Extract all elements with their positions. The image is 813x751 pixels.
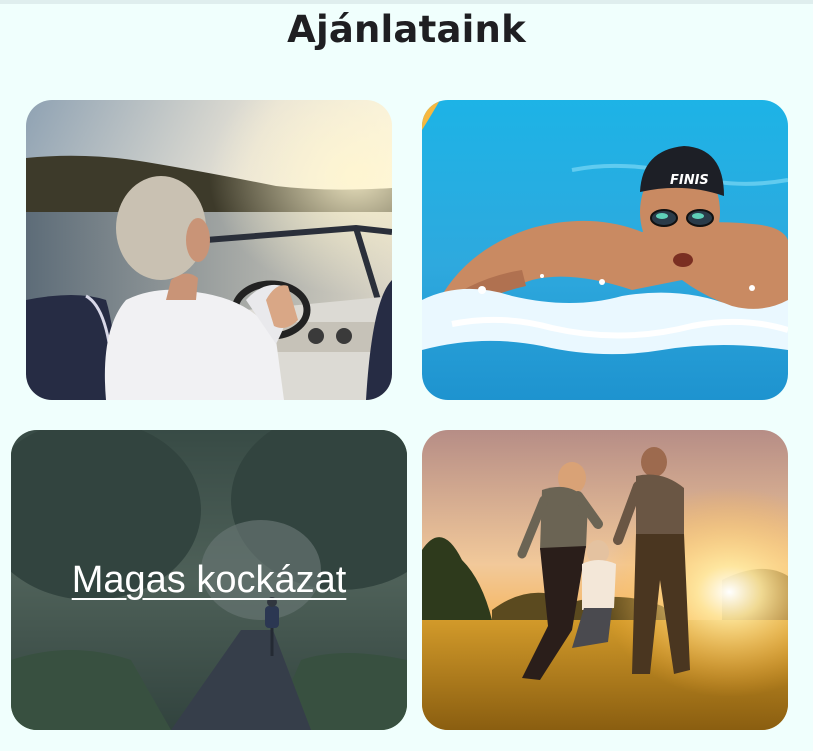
high-risk-link[interactable]: Magas kockázat (11, 430, 407, 730)
swimmer-photo: FINIS (422, 100, 788, 400)
offer-card-family[interactable] (422, 430, 788, 730)
offer-card-boat[interactable] (26, 100, 392, 400)
family-sunset-photo (422, 430, 788, 730)
svg-text:FINIS: FINIS (670, 173, 709, 188)
boat-driving-photo (26, 100, 392, 400)
page-title: Ajánlataink (287, 8, 526, 51)
offer-card-swimming[interactable]: FINIS (422, 100, 788, 400)
top-divider (0, 0, 813, 4)
offer-card-high-risk[interactable]: Magas kockázat (11, 430, 407, 730)
